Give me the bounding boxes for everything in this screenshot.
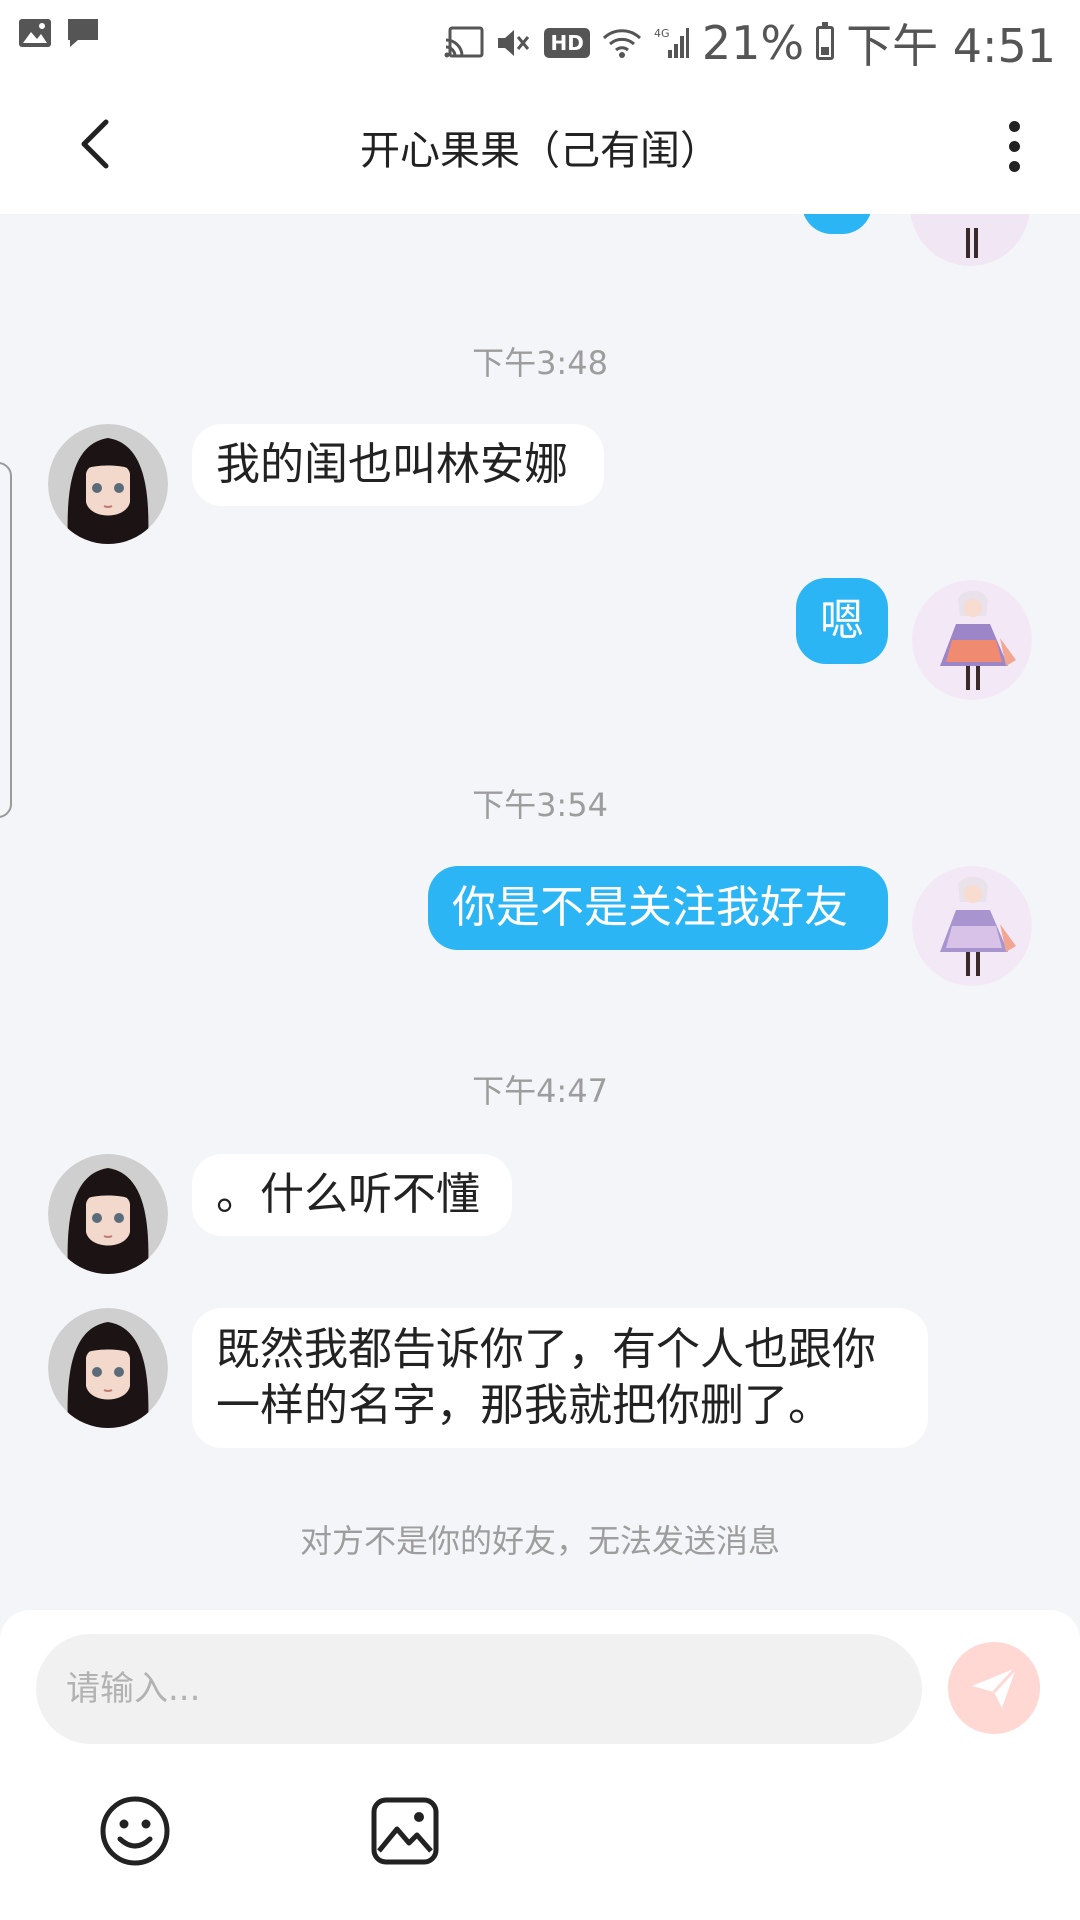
more-options-button[interactable] <box>984 114 1044 178</box>
wifi-icon <box>602 29 641 58</box>
dress-girl-avatar-icon <box>912 580 1032 700</box>
status-time: 下午 4:51 <box>846 19 1056 73</box>
message-text-line: 一样的名字，那我就把你删了。 <box>216 1380 832 1431</box>
emoji-icon <box>100 1796 170 1866</box>
message-bubble-received[interactable]: 既然我都告诉你了，有个人也跟你 一样的名字，那我就把你删了。 <box>192 1308 928 1448</box>
contact-avatar[interactable] <box>48 1154 168 1274</box>
message-text: 。什么听不懂 <box>216 1169 480 1220</box>
chat-screen: HD 4G 21% 下午 4:51 开心果果（己有闺） 下午3:48 我的闺也叫… <box>0 0 1080 1920</box>
input-panel <box>0 1610 1080 1920</box>
send-icon <box>972 1666 1018 1708</box>
message-bubble-sent[interactable]: 嗯 <box>796 578 888 664</box>
previous-message-bubble <box>802 214 872 234</box>
dark-hair-girl-avatar-icon <box>48 1154 168 1274</box>
message-input[interactable] <box>36 1634 922 1744</box>
status-indicators: HD 4G 21% 下午 4:51 <box>444 10 1056 76</box>
contact-avatar[interactable] <box>48 1308 168 1428</box>
dark-hair-girl-avatar-icon <box>48 424 168 544</box>
status-notifications <box>18 16 100 50</box>
timestamp: 下午4:47 <box>472 1072 608 1110</box>
message-text: 我的闺也叫林安娜 <box>216 439 568 490</box>
contact-avatar[interactable] <box>48 424 168 544</box>
my-avatar[interactable] <box>912 866 1032 986</box>
message-text: 嗯 <box>820 595 864 646</box>
signal-icon: 4G <box>654 27 689 58</box>
my-avatar[interactable] <box>912 580 1032 700</box>
svg-text:4G: 4G <box>654 27 670 40</box>
not-friend-notice: 对方不是你的好友，无法发送消息 <box>299 1522 780 1560</box>
scroll-handle[interactable] <box>0 462 12 818</box>
chat-header: 开心果果（己有闺） <box>0 78 1080 214</box>
message-bubble-received[interactable]: 。什么听不懂 <box>192 1154 512 1236</box>
battery-icon <box>816 22 835 60</box>
cast-icon <box>444 26 484 58</box>
status-bar: HD 4G 21% 下午 4:51 <box>0 0 1080 78</box>
send-button[interactable] <box>948 1642 1040 1734</box>
timestamp: 下午3:48 <box>472 344 608 382</box>
girl-avatar-icon <box>910 214 1030 266</box>
battery-percent: 21% <box>701 16 805 70</box>
message-notification-icon <box>68 19 98 47</box>
hd-badge: HD <box>544 28 590 58</box>
dark-hair-girl-avatar-icon <box>48 1308 168 1428</box>
message-list[interactable]: 下午3:48 我的闺也叫林安娜 嗯 下午3:54 你是不是关注我好友 下午4:4… <box>0 214 1080 1610</box>
message-text: 你是不是关注我好友 <box>452 882 848 933</box>
gallery-notification-icon <box>19 19 51 47</box>
emoji-button[interactable] <box>90 1786 180 1876</box>
mute-icon <box>498 30 530 56</box>
timestamp: 下午3:54 <box>472 786 608 824</box>
image-icon <box>371 1797 439 1865</box>
image-button[interactable] <box>360 1786 450 1876</box>
message-text-line: 既然我都告诉你了，有个人也跟你 <box>216 1324 876 1375</box>
message-bubble-sent[interactable]: 你是不是关注我好友 <box>428 866 888 950</box>
more-vertical-icon <box>1008 120 1020 132</box>
page-title: 开心果果（己有闺） <box>360 128 720 174</box>
my-avatar[interactable] <box>910 214 1030 266</box>
dress-girl-avatar-icon <box>912 866 1032 986</box>
message-bubble-received[interactable]: 我的闺也叫林安娜 <box>192 424 604 506</box>
